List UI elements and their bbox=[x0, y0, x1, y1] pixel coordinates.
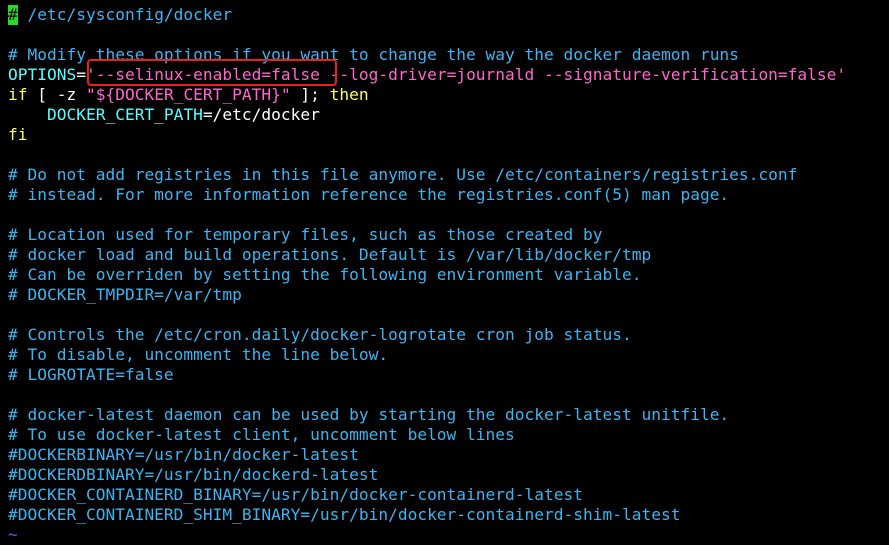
code-token: then bbox=[329, 85, 369, 104]
code-token: ]; bbox=[290, 85, 330, 104]
code-token: /etc/sysconfig/docker bbox=[17, 5, 233, 24]
code-token: #DOCKERBINARY=/usr/bin/docker-latest bbox=[8, 445, 359, 464]
code-token: # Controls the /etc/cron.daily/docker-lo… bbox=[8, 325, 632, 344]
editor-line: # Can be overriden by setting the follow… bbox=[8, 265, 641, 285]
editor-line: #DOCKER_CONTAINERD_SHIM_BINARY=/usr/bin/… bbox=[8, 505, 680, 525]
code-token: [ -z bbox=[27, 85, 86, 104]
code-token: # docker load and build operations. Defa… bbox=[8, 245, 652, 264]
code-token: =/etc/docker bbox=[202, 105, 320, 124]
code-token: # DOCKER_TMPDIR=/var/tmp bbox=[8, 285, 242, 304]
editor-line: # To use docker-latest client, uncomment… bbox=[8, 425, 515, 445]
code-token: # To disable, uncomment the line below. bbox=[8, 345, 389, 364]
code-token: if bbox=[8, 85, 28, 104]
editor-line: DOCKER_CERT_PATH=/etc/docker bbox=[8, 105, 320, 125]
code-token: # Do not add registries in this file any… bbox=[8, 165, 798, 184]
editor-line: #DOCKER_CONTAINERD_BINARY=/usr/bin/docke… bbox=[8, 485, 583, 505]
annotation-highlight-box bbox=[87, 59, 337, 86]
code-token: "${DOCKER_CERT_PATH}" bbox=[85, 85, 291, 104]
code-token: # instead. For more information referenc… bbox=[8, 185, 730, 204]
code-token: DOCKER_CERT_PATH bbox=[8, 105, 203, 124]
editor-line: # docker load and build operations. Defa… bbox=[8, 245, 651, 265]
text-cursor: # bbox=[8, 5, 18, 25]
editor-line: #DOCKERBINARY=/usr/bin/docker-latest bbox=[8, 445, 359, 465]
editor-line: ~ bbox=[8, 525, 18, 545]
code-token: # LOGROTATE=false bbox=[8, 365, 174, 384]
editor-line: # To disable, uncomment the line below. bbox=[8, 345, 388, 365]
editor-line: # Do not add registries in this file any… bbox=[8, 165, 797, 185]
code-token: OPTIONS bbox=[8, 65, 77, 84]
code-token: #DOCKERDBINARY=/usr/bin/dockerd-latest bbox=[8, 465, 379, 484]
editor-line: if [ -z "${DOCKER_CERT_PATH}" ]; then bbox=[8, 85, 369, 105]
code-token: ~ bbox=[8, 525, 18, 544]
code-token: # Location used for temporary files, suc… bbox=[8, 225, 603, 244]
editor-line: # LOGROTATE=false bbox=[8, 365, 174, 385]
code-token: # Can be overriden by setting the follow… bbox=[8, 265, 642, 284]
editor-line: # docker-latest daemon can be used by st… bbox=[8, 405, 729, 425]
editor-line: #DOCKERDBINARY=/usr/bin/dockerd-latest bbox=[8, 465, 378, 485]
editor-line: # Location used for temporary files, suc… bbox=[8, 225, 603, 245]
editor-line: # /etc/sysconfig/docker bbox=[8, 5, 232, 25]
code-token: #DOCKER_CONTAINERD_BINARY=/usr/bin/docke… bbox=[8, 485, 583, 504]
code-token: # docker-latest daemon can be used by st… bbox=[8, 405, 730, 424]
editor-line: fi bbox=[8, 125, 28, 145]
editor-line: # DOCKER_TMPDIR=/var/tmp bbox=[8, 285, 242, 305]
code-token: = bbox=[76, 65, 86, 84]
code-token: fi bbox=[8, 125, 28, 144]
editor-line: # instead. For more information referenc… bbox=[8, 185, 729, 205]
editor-line: # Controls the /etc/cron.daily/docker-lo… bbox=[8, 325, 632, 345]
code-token: #DOCKER_CONTAINERD_SHIM_BINARY=/usr/bin/… bbox=[8, 505, 681, 524]
code-token: # To use docker-latest client, uncomment… bbox=[8, 425, 515, 444]
